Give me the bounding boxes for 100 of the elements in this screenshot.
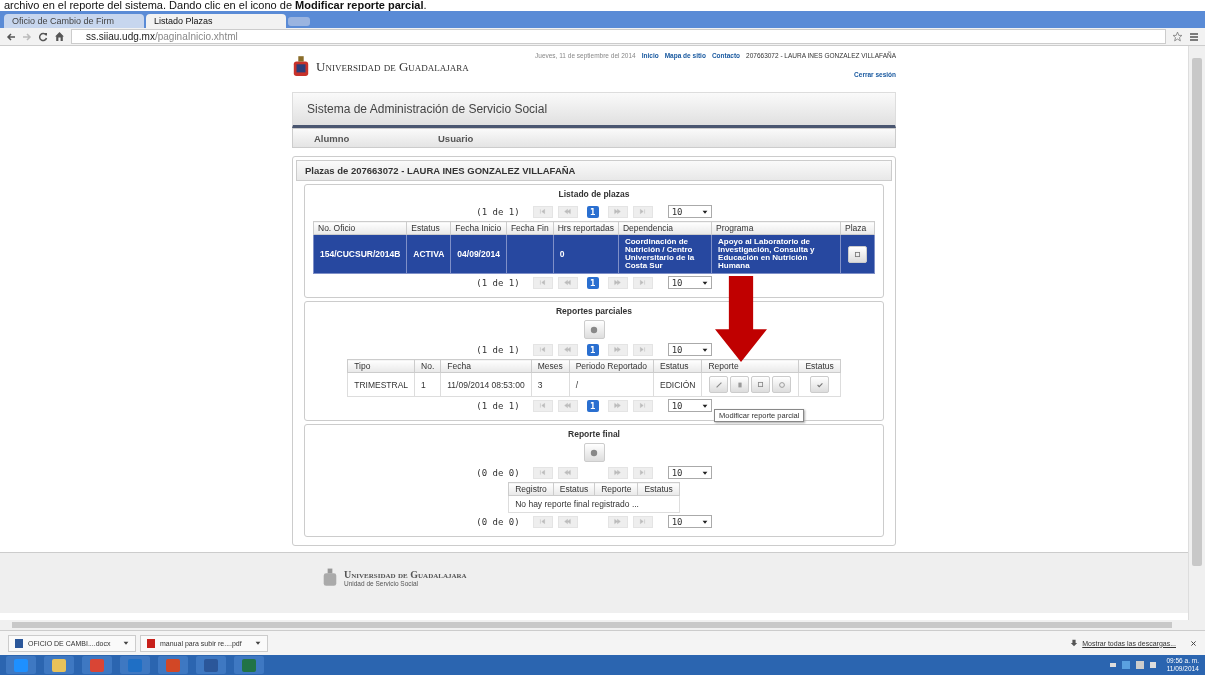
first-page-button[interactable] (532, 276, 553, 289)
pager-info: (0 de 0) (476, 467, 520, 478)
page-number-button[interactable]: 1 (586, 205, 599, 218)
first-page-icon (539, 346, 547, 353)
table-cell: 1 (421, 379, 426, 390)
column-header: Registro (508, 482, 554, 496)
address-field[interactable]: ss.siiau.udg.mx/paginaInicio.xhtml (71, 29, 1166, 44)
select-plaza-button[interactable] (848, 245, 867, 263)
prev-page-button[interactable] (557, 515, 578, 528)
rows-per-page-select[interactable]: 10 (667, 276, 712, 289)
next-page-button[interactable] (607, 205, 628, 218)
last-page-icon (639, 208, 647, 215)
pager-info: (1 de 1) (476, 277, 520, 288)
first-page-button[interactable] (532, 205, 553, 218)
table-cell: 154/CUCSUR/2014B (320, 249, 401, 259)
taskbar-app-icon[interactable] (6, 656, 36, 674)
first-page-button[interactable] (532, 399, 553, 412)
nav-menu-item[interactable]: Alumno (293, 132, 417, 144)
star-icon[interactable] (1172, 31, 1183, 42)
first-page-button[interactable] (532, 466, 553, 479)
previous-page-icon (564, 469, 572, 476)
previous-page-icon (564, 518, 572, 525)
prev-page-button[interactable] (557, 399, 578, 412)
dropdown-caret-icon (701, 346, 708, 353)
next-page-button[interactable] (607, 276, 628, 289)
vertical-scrollbar[interactable] (1188, 46, 1205, 620)
back-icon[interactable] (6, 31, 16, 42)
next-page-icon (614, 346, 622, 353)
prev-page-button[interactable] (557, 466, 578, 479)
column-header: Dependencia (618, 221, 712, 235)
rows-per-page-select[interactable]: 10 (667, 466, 712, 479)
first-page-icon (539, 469, 547, 476)
delete-button[interactable] (730, 376, 750, 393)
reload-icon[interactable] (38, 31, 48, 42)
column-header: No. (414, 359, 441, 373)
prev-page-button[interactable] (557, 343, 578, 356)
next-page-icon (614, 402, 622, 409)
edit-button[interactable] (709, 376, 729, 393)
pager-info: (1 de 1) (476, 400, 520, 411)
page-number-button[interactable]: 1 (586, 276, 599, 289)
page-number-button[interactable]: 1 (586, 399, 599, 412)
close-icon[interactable] (1190, 639, 1197, 647)
new-tab-button[interactable] (288, 17, 310, 26)
next-page-button[interactable] (607, 399, 628, 412)
last-page-icon (639, 518, 647, 525)
column-header: Tipo (347, 359, 415, 373)
table-row[interactable]: 154/CUCSUR/2014B ACTIVA 04/09/2014 0 Coordinación de Nutrición / Centro Universitario de la Costa Sur Apoyo al Laboratorio de Investigación, Consulta y Educación en Nutrición Humana (313, 234, 875, 274)
browser-tab[interactable]: Listado Plazas (146, 14, 286, 28)
first-page-icon (539, 518, 547, 525)
forward-icon[interactable] (22, 31, 32, 42)
last-page-button[interactable] (632, 515, 653, 528)
last-page-button[interactable] (632, 205, 653, 218)
add-report-button[interactable] (583, 320, 605, 339)
home-icon[interactable] (54, 31, 65, 42)
circle-icon (777, 380, 786, 389)
column-header: Estatus (653, 359, 702, 373)
view-button[interactable] (751, 376, 771, 393)
table-cell: Apoyo al Laboratorio de Investigación, Consulta y Educación en Nutrición Humana (718, 237, 815, 270)
column-header: Meses (531, 359, 570, 373)
dropdown-caret-icon (701, 402, 708, 409)
column-header: No. Oficio (313, 221, 407, 235)
last-page-button[interactable] (632, 399, 653, 412)
next-page-icon (614, 469, 622, 476)
taskbar-app-icon[interactable] (196, 656, 226, 674)
taskbar-app-icon[interactable] (44, 656, 74, 674)
prev-page-button[interactable] (557, 276, 578, 289)
add-report-button[interactable] (583, 443, 605, 462)
column-header: Fecha (440, 359, 532, 373)
page-number-button[interactable]: 1 (586, 343, 599, 356)
crest-icon (322, 567, 338, 589)
browser-tab[interactable]: Oficio de Cambio de Firm (4, 14, 144, 28)
dropdown-caret-icon (123, 640, 129, 646)
taskbar-app-icon[interactable] (234, 656, 264, 674)
prev-page-button[interactable] (557, 205, 578, 218)
rows-per-page-select[interactable]: 10 (667, 343, 712, 356)
rows-per-page-select[interactable]: 10 (667, 205, 712, 218)
section-title: Reportes parciales (555, 306, 633, 316)
section-title: Listado de plazas (558, 189, 630, 199)
last-page-button[interactable] (632, 276, 653, 289)
first-page-button[interactable] (532, 515, 553, 528)
first-page-button[interactable] (532, 343, 553, 356)
last-page-icon (639, 469, 647, 476)
rows-per-page-select[interactable]: 10 (667, 515, 712, 528)
last-page-button[interactable] (632, 466, 653, 479)
last-page-icon (639, 346, 647, 353)
next-page-button[interactable] (607, 343, 628, 356)
rows-per-page-select[interactable]: 10 (667, 399, 712, 412)
check-button[interactable] (810, 376, 830, 393)
taskbar-app-icon[interactable] (120, 656, 150, 674)
pager-info: (1 de 1) (476, 344, 520, 355)
university-logo-text: Universidad de Guadalajara (316, 59, 469, 75)
checkmark-icon (815, 380, 824, 389)
last-page-button[interactable] (632, 343, 653, 356)
next-page-button[interactable] (607, 515, 628, 528)
horizontal-scrollbar[interactable] (0, 620, 1205, 630)
panel-title: Plazas de 207663072 - LAURA INES GONZALEZ VILLAFAÑA (296, 160, 892, 181)
next-page-button[interactable] (607, 466, 628, 479)
circle-button[interactable] (772, 376, 792, 393)
menu-icon[interactable] (1189, 31, 1199, 42)
nav-menu-item[interactable]: Usuario (417, 132, 541, 144)
